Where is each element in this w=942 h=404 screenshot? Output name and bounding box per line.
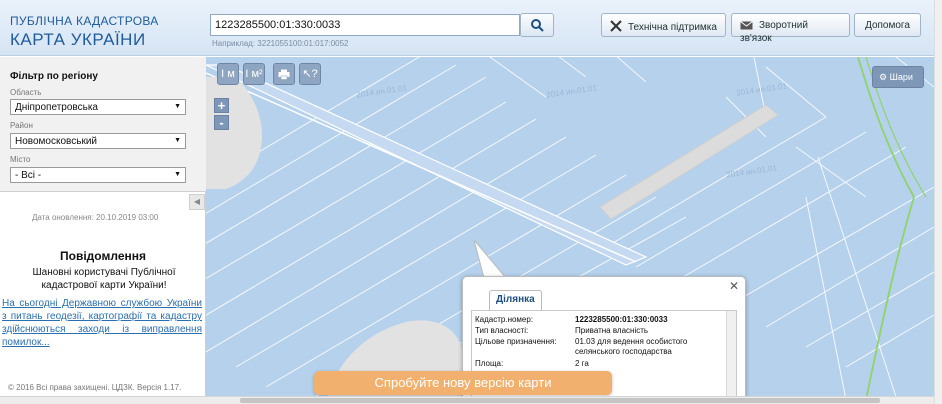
- map-view[interactable]: 2014 ин.01.01 2014 ин.01.01 2014 ин.01.0…: [206, 57, 934, 400]
- misto-label: Місто: [10, 155, 31, 164]
- oblast-value: Дніпропетровська: [15, 102, 98, 113]
- misto-select[interactable]: - Всі - ▼: [10, 167, 186, 183]
- zoom-out-button[interactable]: -: [214, 115, 229, 130]
- feedback-button[interactable]: Зворотний зв'язок: [731, 13, 850, 44]
- notice-text: Шановні користувачі Публічної кадастрово…: [32, 267, 176, 291]
- row-label: Цільове призначення:: [475, 337, 557, 346]
- tech-support-button[interactable]: Технічна підтримка: [601, 13, 726, 37]
- row-label: Площа:: [475, 359, 504, 368]
- row-label: Тип власності:: [475, 326, 529, 335]
- tech-support-label: Технічна підтримка: [628, 22, 717, 33]
- printer-icon: [278, 69, 290, 80]
- logo-line1: ПУБЛІЧНА КАДАСТРОВА: [10, 14, 159, 28]
- area-value: 2 га: [575, 359, 589, 368]
- rayon-select[interactable]: Новомосковський ▼: [10, 133, 186, 149]
- cadastral-number: 1223285500:01:330:0033: [575, 315, 668, 324]
- close-icon[interactable]: ✕: [729, 279, 739, 293]
- oblast-label: Область: [10, 88, 42, 97]
- update-date: Дата оновлення: 20.10.2019 03:00: [32, 213, 159, 222]
- measure-area-tool[interactable]: I м²: [243, 63, 265, 85]
- gear-icon: ⚙: [879, 72, 888, 82]
- pointer-help-icon: ↖?: [302, 68, 318, 80]
- print-button[interactable]: [273, 63, 295, 85]
- logo[interactable]: ПУБЛІЧНА КАДАСТРОВА КАРТА УКРАЇНИ: [10, 14, 159, 50]
- tab-parcel[interactable]: Ділянка: [489, 290, 542, 310]
- region-filter: Фільтр по регіону Область Дніпропетровсь…: [0, 57, 206, 192]
- notice-link[interactable]: На сьогодні Державною службою України з …: [2, 297, 202, 349]
- app-window: ПУБЛІЧНА КАДАСТРОВА КАРТА УКРАЇНИ Наприк…: [0, 0, 942, 404]
- ruler-icon: I м: [221, 68, 235, 80]
- zoom-in-button[interactable]: +: [214, 98, 229, 113]
- collapse-sidebar-button[interactable]: ◀: [189, 194, 205, 210]
- notice-title: Повідомлення: [60, 249, 146, 263]
- identify-tool[interactable]: ↖?: [299, 63, 321, 85]
- help-button[interactable]: Допомога: [854, 13, 921, 37]
- search-example: Наприклад: 3221055100:01:017:0052: [212, 39, 349, 48]
- help-label: Допомога: [865, 20, 910, 31]
- vertical-scrollbar[interactable]: [934, 0, 942, 404]
- rayon-value: Новомосковський: [15, 136, 97, 147]
- area-icon: I м²: [245, 68, 263, 80]
- horizontal-scrollbar[interactable]: [0, 396, 934, 404]
- envelope-icon: [740, 21, 753, 33]
- header: ПУБЛІЧНА КАДАСТРОВА КАРТА УКРАЇНИ Наприк…: [0, 0, 942, 56]
- copyright: © 2016 Всі права захищені. ЦДЗК. Версія …: [8, 383, 182, 392]
- chevron-down-icon: ▼: [174, 171, 181, 178]
- row-label: Кадастр.номер:: [475, 315, 534, 324]
- search-icon: [531, 19, 544, 32]
- logo-line2: КАРТА УКРАЇНИ: [10, 30, 146, 49]
- ownership-type: Приватна власність: [575, 326, 649, 335]
- measure-distance-tool[interactable]: I м: [217, 63, 239, 85]
- try-new-version-button[interactable]: Спробуйте нову версію карти: [314, 371, 612, 395]
- misto-value: - Всі -: [15, 170, 42, 181]
- rayon-label: Район: [10, 121, 33, 130]
- tools-icon: [610, 20, 622, 35]
- layers-button[interactable]: ⚙ Шари: [872, 66, 924, 88]
- chevron-down-icon: ▼: [174, 103, 181, 110]
- sidebar: Фільтр по регіону Область Дніпропетровсь…: [0, 57, 206, 404]
- popup-pointer: [473, 240, 508, 279]
- popup-scrollbar[interactable]: [726, 311, 736, 400]
- scrollbar-thumb[interactable]: [240, 398, 880, 403]
- search-button[interactable]: [520, 13, 554, 37]
- chevron-down-icon: ▼: [174, 137, 181, 144]
- filter-title: Фільтр по регіону: [10, 71, 98, 82]
- oblast-select[interactable]: Дніпропетровська ▼: [10, 99, 186, 115]
- purpose: 01.03 для ведення особистого селянського…: [575, 337, 688, 356]
- search-input[interactable]: [210, 14, 520, 36]
- layers-label: Шари: [889, 72, 913, 82]
